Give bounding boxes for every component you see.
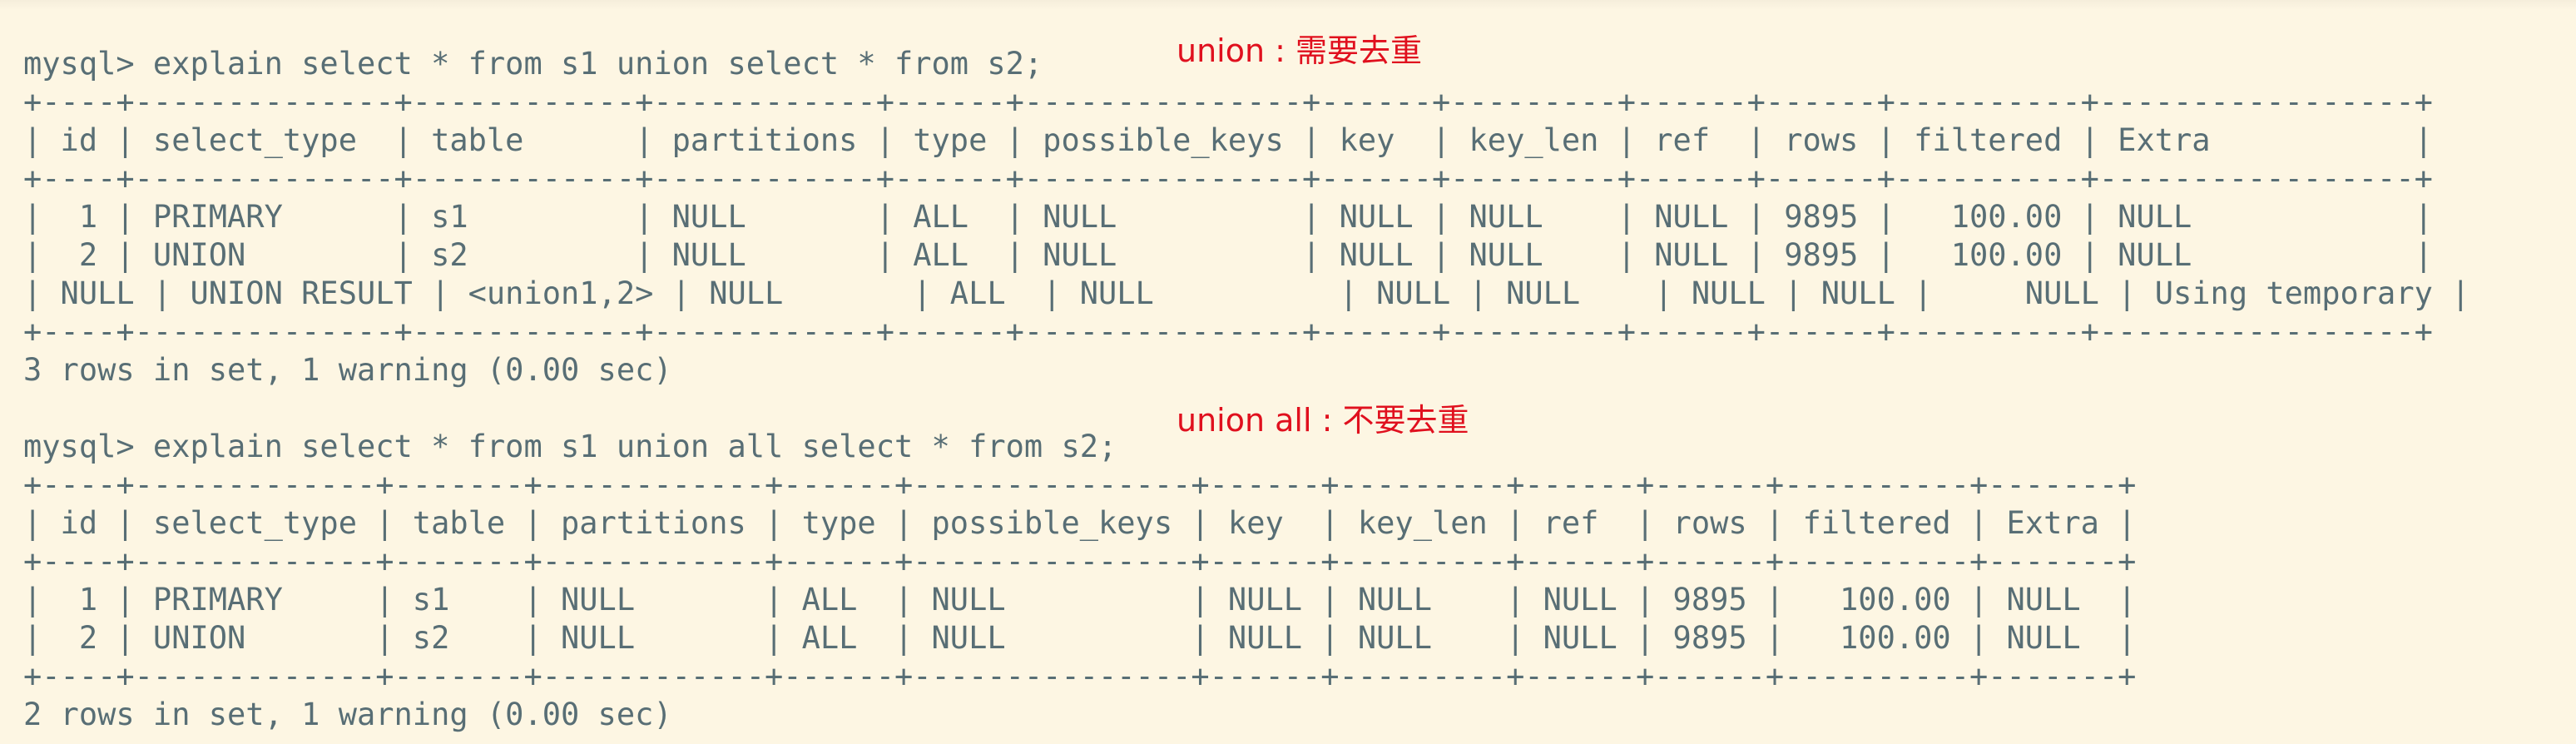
table1-header-row: | id | select_type | table | partitions … bbox=[23, 122, 2433, 158]
status-line-1: 3 rows in set, 1 warning (0.00 sec) bbox=[23, 352, 672, 388]
table1-border-bottom: +----+--------------+------------+------… bbox=[23, 314, 2433, 350]
table2-border-bottom: +----+-------------+-------+------------… bbox=[23, 658, 2137, 694]
table1-row-2: | 2 | UNION | s2 | NULL | ALL | NULL | N… bbox=[23, 237, 2433, 273]
annotation-union-all: union all : 不要去重 bbox=[1177, 402, 1469, 439]
table2-header-row: | id | select_type | table | partitions … bbox=[23, 505, 2137, 541]
status-line-2: 2 rows in set, 1 warning (0.00 sec) bbox=[23, 697, 672, 732]
table2-row-1: | 1 | PRIMARY | s1 | NULL | ALL | NULL |… bbox=[23, 582, 2137, 618]
table1-row-3: | NULL | UNION RESULT | <union1,2> | NUL… bbox=[23, 275, 2470, 311]
table1-border-top: +----+--------------+------------+------… bbox=[23, 84, 2433, 120]
mysql-command-union-all: mysql> explain select * from s1 union al… bbox=[23, 429, 1117, 464]
table2-row-2: | 2 | UNION | s2 | NULL | ALL | NULL | N… bbox=[23, 620, 2137, 656]
table1-border-header: +----+--------------+------------+------… bbox=[23, 161, 2433, 196]
table2-border-header: +----+-------------+-------+------------… bbox=[23, 543, 2137, 579]
mysql-command-union: mysql> explain select * from s1 union se… bbox=[23, 46, 1043, 82]
scrolled-content-edge bbox=[0, 0, 2576, 10]
terminal-window[interactable]: mysql> explain select * from s1 union se… bbox=[0, 0, 2576, 744]
table1-row-1: | 1 | PRIMARY | s1 | NULL | ALL | NULL |… bbox=[23, 199, 2433, 235]
annotation-union: union : 需要去重 bbox=[1177, 32, 1423, 69]
table2-border-top: +----+-------------+-------+------------… bbox=[23, 467, 2137, 503]
